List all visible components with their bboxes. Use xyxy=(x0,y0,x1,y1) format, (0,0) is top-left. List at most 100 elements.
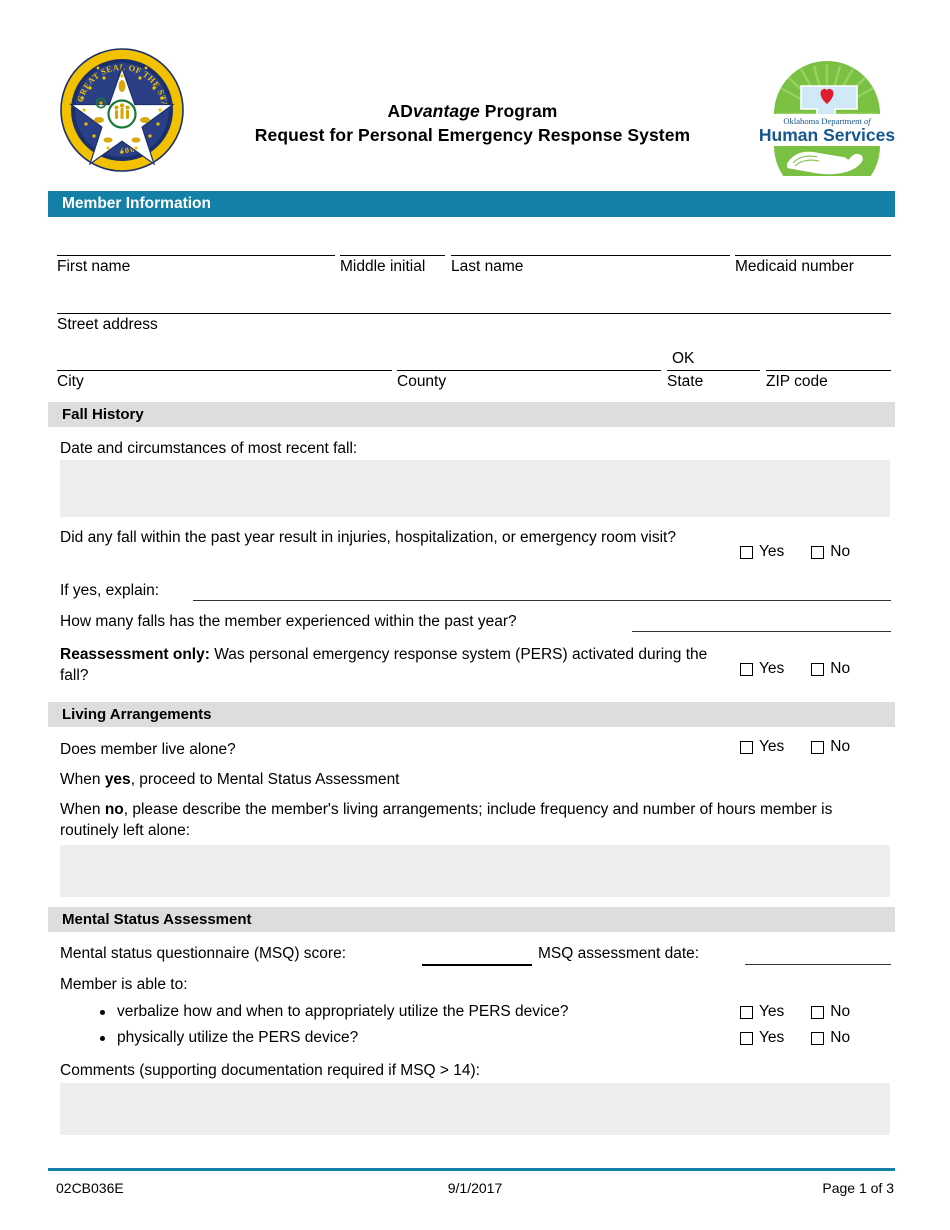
living-arrangements-textarea[interactable] xyxy=(60,845,890,897)
county-input[interactable] xyxy=(397,370,661,371)
verbalize-pers-checkbox-group: Yes No xyxy=(740,1003,850,1021)
street-address-input[interactable] xyxy=(57,313,891,314)
msq-date-input[interactable] xyxy=(745,964,891,965)
msq-score-input[interactable] xyxy=(422,964,532,966)
when-no-prefix: When xyxy=(60,801,105,818)
when-yes-suffix: , proceed to Mental Status Assessment xyxy=(130,771,400,788)
section-header-living-arrangements: Living Arrangements xyxy=(48,702,895,727)
physically-utilize-pers-checkbox-group: Yes No xyxy=(740,1029,850,1047)
living-arrangements-value xyxy=(60,845,890,855)
recent-fall-prompt: Date and circumstances of most recent fa… xyxy=(60,440,358,457)
live-alone-question: Does member live alone? xyxy=(60,741,236,758)
middle-initial-label: Middle initial xyxy=(340,258,426,275)
physically-utilize-pers-no-label: No xyxy=(830,1029,851,1046)
form-page: GREAT SEAL OF THE STATE OF OKLAHOMA 1907 xyxy=(0,0,950,1230)
first-name-label: First name xyxy=(57,258,131,275)
when-no-suffix: , please describe the member's living ar… xyxy=(60,801,833,839)
form-title: ADvantage Program Request for Personal E… xyxy=(200,100,745,147)
fall-injury-checkbox-group: Yes No xyxy=(740,543,850,561)
title-prefix: AD xyxy=(387,101,413,121)
fall-injury-no-label: No xyxy=(830,543,851,560)
medicaid-number-input[interactable] xyxy=(735,255,891,256)
list-item: physically utilize the PERS device? xyxy=(100,1029,358,1047)
fall-injury-no-option[interactable]: No xyxy=(811,543,850,561)
physically-utilize-pers-question: physically utilize the PERS device? xyxy=(117,1029,359,1046)
physically-utilize-pers-yes-option[interactable]: Yes xyxy=(740,1029,784,1047)
reassessment-no-option[interactable]: No xyxy=(811,660,850,678)
first-name-input[interactable] xyxy=(57,255,335,256)
verbalize-pers-no-label: No xyxy=(830,1003,851,1020)
when-no-instruction: When no, please describe the member's li… xyxy=(60,800,890,842)
reassessment-bold-label: Reassessment only: xyxy=(60,646,210,663)
checkbox-icon[interactable] xyxy=(811,740,825,754)
msq-score-label: Mental status questionnaire (MSQ) score: xyxy=(60,945,347,962)
checkbox-icon[interactable] xyxy=(740,1005,753,1019)
title-italic: vantage xyxy=(413,101,480,121)
reassessment-checkbox-group: Yes No xyxy=(740,660,850,678)
verbalize-pers-no-option[interactable]: No xyxy=(811,1003,850,1021)
verbalize-pers-question: verbalize how and when to appropriately … xyxy=(117,1003,569,1020)
checkbox-icon[interactable] xyxy=(740,1031,753,1045)
title-suffix: Program xyxy=(479,101,558,121)
fall-injury-yes-option[interactable]: Yes xyxy=(740,543,784,561)
how-many-falls-question: How many falls has the member experience… xyxy=(60,613,517,630)
county-label: County xyxy=(397,373,447,390)
medicaid-number-label: Medicaid number xyxy=(735,258,854,275)
live-alone-checkbox-group: Yes No xyxy=(740,738,850,756)
recent-fall-textarea[interactable] xyxy=(60,460,890,517)
form-title-line-2: Request for Personal Emergency Response … xyxy=(254,124,691,145)
svg-text:Human Services: Human Services xyxy=(759,125,895,145)
checkbox-icon[interactable] xyxy=(811,1031,825,1045)
bullet-icon xyxy=(100,1035,105,1041)
footer-page-number: Page 1 of 3 xyxy=(822,1180,894,1196)
last-name-label: Last name xyxy=(451,258,524,275)
zip-code-input[interactable] xyxy=(766,370,891,371)
oklahoma-state-seal-icon: GREAT SEAL OF THE STATE OF OKLAHOMA 1907 xyxy=(56,41,184,172)
if-yes-explain-label: If yes, explain: xyxy=(60,582,160,599)
list-item: verbalize how and when to appropriately … xyxy=(100,1003,568,1021)
section-header-mental-status-assessment: Mental Status Assessment xyxy=(48,907,895,932)
fall-injury-question: Did any fall within the past year result… xyxy=(60,529,676,546)
page-header: GREAT SEAL OF THE STATE OF OKLAHOMA 1907 xyxy=(0,0,950,199)
live-alone-no-label: No xyxy=(830,738,851,755)
checkbox-icon[interactable] xyxy=(740,740,753,754)
live-alone-no-option[interactable]: No xyxy=(811,738,850,756)
physically-utilize-pers-yes-label: Yes xyxy=(759,1029,785,1046)
reassessment-question: Reassessment only: Was personal emergenc… xyxy=(60,645,720,687)
section-header-member-information: Member Information xyxy=(48,191,895,217)
oklahoma-dhs-logo-icon: Oklahoma Department of Human Services xyxy=(757,56,897,199)
verbalize-pers-yes-option[interactable]: Yes xyxy=(740,1003,784,1021)
when-yes-bold: yes xyxy=(104,771,131,788)
msq-date-label: MSQ assessment date: xyxy=(538,945,700,962)
live-alone-yes-label: Yes xyxy=(759,738,785,755)
checkbox-icon[interactable] xyxy=(811,1005,825,1019)
state-label: State xyxy=(667,373,704,390)
middle-initial-input[interactable] xyxy=(340,255,445,256)
reassessment-no-label: No xyxy=(830,660,851,677)
zip-code-label: ZIP code xyxy=(766,373,828,390)
footer-divider xyxy=(48,1168,895,1171)
checkbox-icon[interactable] xyxy=(740,662,753,676)
bullet-icon xyxy=(100,1009,105,1015)
fall-injury-yes-label: Yes xyxy=(759,543,785,560)
when-yes-prefix: When xyxy=(60,771,105,788)
physically-utilize-pers-no-option[interactable]: No xyxy=(811,1029,850,1047)
verbalize-pers-yes-label: Yes xyxy=(759,1003,785,1020)
city-input[interactable] xyxy=(57,370,392,371)
comments-value xyxy=(60,1083,890,1093)
checkbox-icon[interactable] xyxy=(811,662,825,676)
reassessment-yes-label: Yes xyxy=(759,660,785,677)
checkbox-icon[interactable] xyxy=(740,545,753,559)
when-no-bold: no xyxy=(104,801,124,818)
last-name-input[interactable] xyxy=(451,255,730,256)
state-input[interactable] xyxy=(667,370,760,371)
comments-textarea[interactable] xyxy=(60,1083,890,1135)
footer-revision-date: 9/1/2017 xyxy=(447,1180,503,1196)
how-many-falls-input[interactable] xyxy=(632,631,891,632)
if-yes-explain-input[interactable] xyxy=(193,600,891,601)
form-title-line-1: ADvantage Program xyxy=(200,100,745,124)
checkbox-icon[interactable] xyxy=(811,545,825,559)
reassessment-yes-option[interactable]: Yes xyxy=(740,660,784,678)
live-alone-yes-option[interactable]: Yes xyxy=(740,738,784,756)
section-header-fall-history: Fall History xyxy=(48,402,895,427)
